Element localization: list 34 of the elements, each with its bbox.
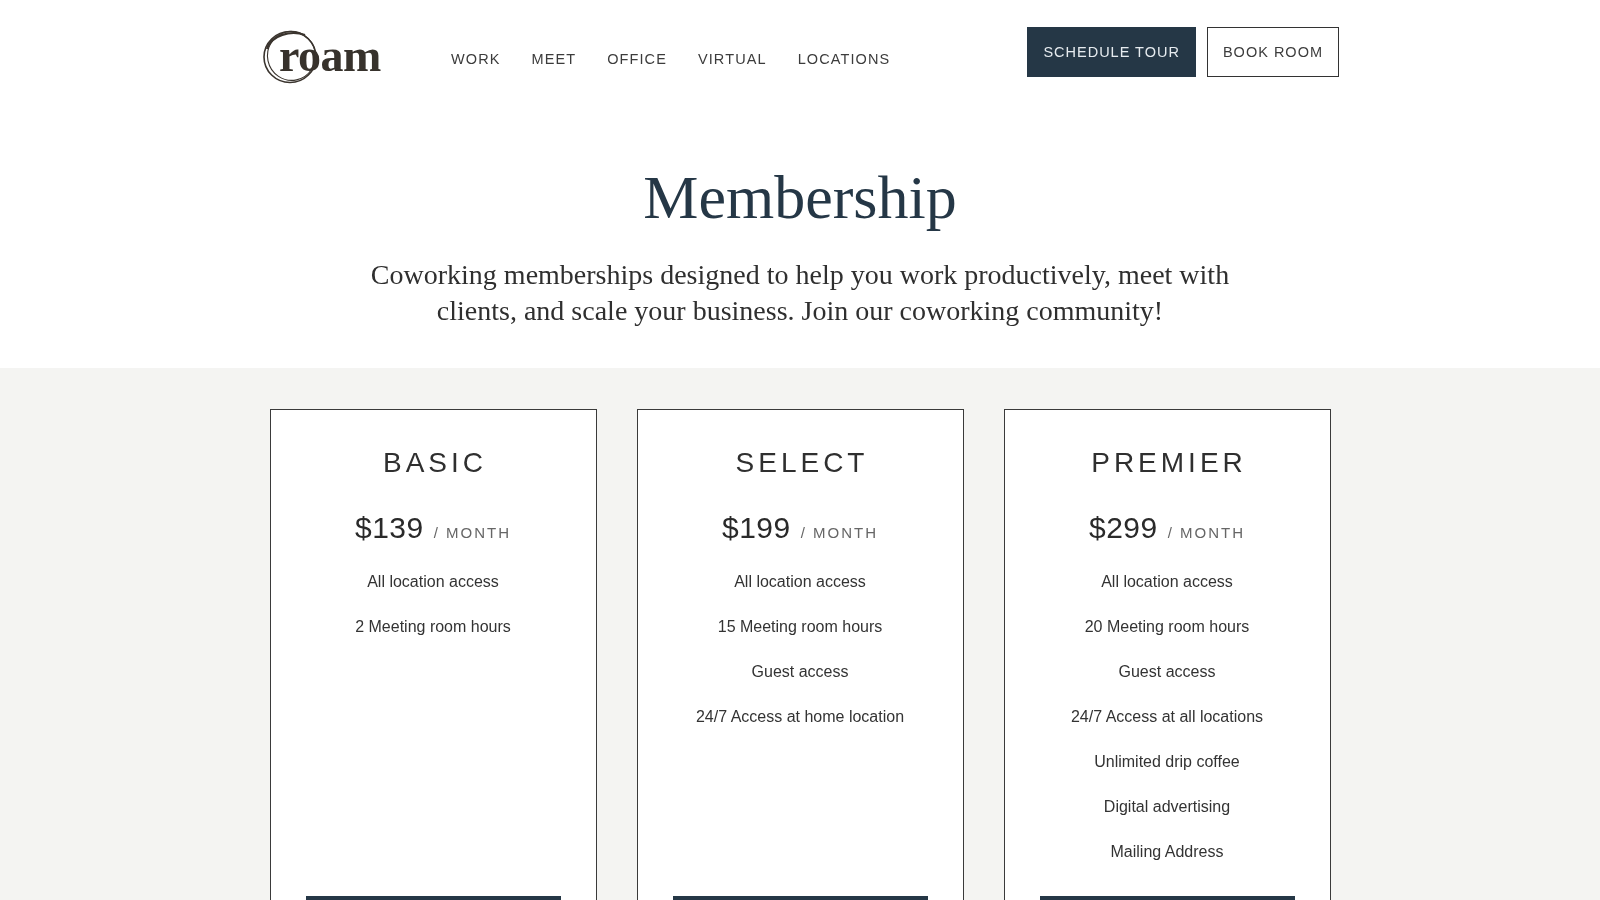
plan-feature: 15 Meeting room hours (717, 617, 883, 637)
plan-feature: Mailing Address (1110, 842, 1224, 862)
plan-feature: Guest access (751, 662, 849, 682)
plan-feature: 24/7 Access at home location (695, 707, 905, 727)
price-period: / MONTH (433, 524, 512, 541)
plan-name: SELECT (734, 446, 869, 480)
schedule-button[interactable]: SCHEDULE TOUR (1027, 27, 1196, 77)
plan-button[interactable] (305, 896, 561, 900)
plan-feature: 24/7 Access at all locations (1070, 707, 1264, 727)
plan-button[interactable] (1039, 896, 1295, 900)
nav-link[interactable]: LOCATIONS (797, 49, 891, 69)
plan-feature: All location access (367, 572, 499, 592)
plan-price: $199 (721, 510, 791, 546)
plan-feature: All location access (734, 572, 866, 592)
plan-price: $299 (1088, 510, 1158, 546)
plan-name: PREMIER (1090, 446, 1247, 480)
plan-name: BASIC (382, 446, 487, 480)
nav-link[interactable]: OFFICE (607, 49, 667, 69)
price-period: / MONTH (1167, 524, 1246, 541)
page-subtitle: Coworking memberships designed to help you work productively, meet with clients, and scale your business. Join our coworking community! (369, 258, 1231, 328)
plan-button[interactable] (672, 896, 928, 900)
plan-feature: Guest access (1118, 662, 1216, 682)
plan-feature: All location access (1101, 572, 1233, 592)
page-title: Membership (642, 162, 958, 233)
nav-link[interactable]: MEET (531, 49, 577, 69)
plan-feature: Digital advertising (1103, 797, 1231, 817)
plan-feature: 20 Meeting room hours (1084, 617, 1250, 637)
plan-price: $139 (354, 510, 424, 546)
nav-link[interactable]: WORK (451, 49, 501, 69)
plan-feature: 2 Meeting room hours (355, 617, 511, 637)
plan-feature: Unlimited drip coffee (1094, 752, 1240, 772)
price-period: / MONTH (800, 524, 879, 541)
nav-link[interactable]: VIRTUAL (697, 49, 767, 69)
book-button[interactable]: BOOK ROOM (1206, 27, 1339, 77)
